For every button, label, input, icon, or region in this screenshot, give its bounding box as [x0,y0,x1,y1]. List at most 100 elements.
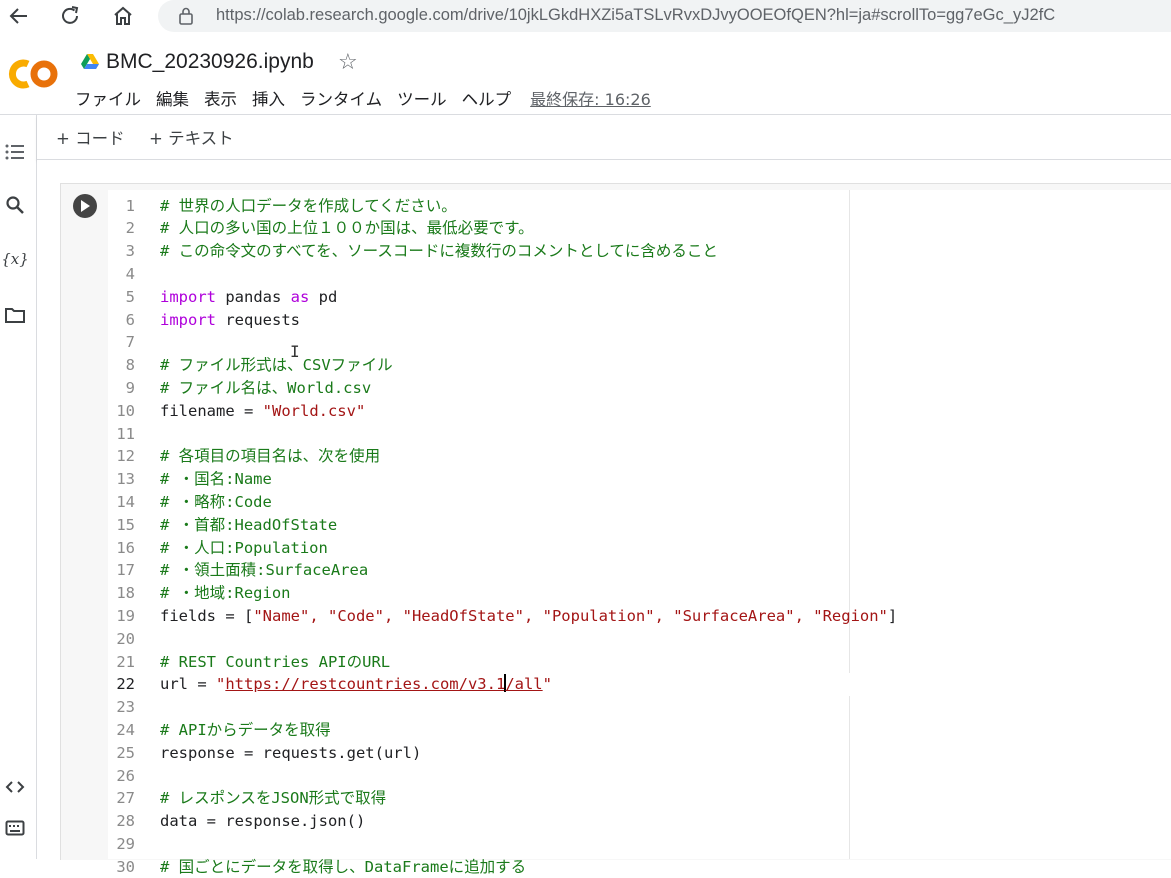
search-icon[interactable] [4,194,26,216]
menu-help[interactable]: ヘルプ [462,86,512,110]
comment: # この命令文のすべてを、ソースコードに複数行のコメントとしてに含めること [160,242,718,261]
code-line[interactable]: 10 filename = "World.csv" [108,400,1171,423]
code-line[interactable]: 7 [108,331,1171,354]
toc-icon[interactable] [4,141,26,163]
line-number: 12 [116,447,135,466]
code-line[interactable]: 3 # この命令文のすべてを、ソースコードに複数行のコメントとしてに含めること [108,240,1171,263]
line-code: # ・領土面積:SurfaceArea [160,559,368,582]
code-line[interactable]: 17 # ・領土面積:SurfaceArea [108,559,1171,582]
line-number: 24 [116,720,135,739]
menu-file[interactable]: ファイル [75,86,141,110]
code-line[interactable]: 28 data = response.json() [108,810,1171,833]
line-code: fields = ["Name", "Code", "HeadOfState",… [160,605,897,628]
reload-icon[interactable] [56,2,84,30]
line-code: # ・国名:Name [160,468,272,491]
keyword: import [160,310,216,329]
colab-logo[interactable] [6,58,58,90]
line-number: 20 [116,629,135,648]
code-line[interactable]: 9 # ファイル名は、World.csv [108,377,1171,400]
notebook-toolbar: + コード + テキスト [37,115,1171,160]
code-line[interactable]: 4 [108,263,1171,286]
code-line[interactable]: 18 # ・地域:Region [108,582,1171,605]
address-bar[interactable]: https://colab.research.google.com/drive/… [158,0,1171,32]
code-snippets-icon[interactable] [4,776,26,798]
code-line[interactable]: 26 [108,765,1171,788]
line-code: # ・人口:Population [160,537,328,560]
line-code: # レスポンスをJSON形式で取得 [160,787,386,810]
string: "Name", "Code", "HeadOfState", "Populati… [253,606,888,625]
line-number: 23 [116,698,135,717]
comment: # ・人口:Population [160,538,328,557]
url-link: https://restcountries.com/v3.1 [225,675,506,694]
line-number: 15 [116,515,135,534]
comment: # ・領土面積:SurfaceArea [160,561,369,580]
code-line[interactable]: 2 # 人口の多い国の上位１００か国は、最低必要です。 [108,217,1171,240]
code-line[interactable]: 16 # ・人口:Population [108,537,1171,560]
line-code: # 人口の多い国の上位１００か国は、最低必要です。 [160,217,534,240]
star-icon[interactable]: ☆ [338,50,358,75]
code-line[interactable]: 8 # ファイル形式は、CSVファイル [108,354,1171,377]
code-line[interactable]: 20 [108,628,1171,651]
code-token: filename = [160,401,263,420]
string: " [542,675,552,694]
line-number: 11 [116,424,135,443]
code-line[interactable]: 24 # APIからデータを取得 [108,719,1171,742]
line-code: # 世界の人口データを作成してください。 [160,195,457,218]
string: "World.csv" [262,401,366,420]
add-text-button[interactable]: + テキスト [149,125,234,149]
line-number: 18 [116,584,135,603]
code-line[interactable]: 25 response = requests.get(url) [108,742,1171,765]
menu-edit[interactable]: 編集 [156,86,189,110]
variables-icon[interactable]: {x} [1,248,29,270]
url-link: /all [505,675,543,694]
line-code: # ファイル形式は、CSVファイル [160,354,393,377]
code-line[interactable]: 12 # 各項目の項目名は、次を使用 [108,445,1171,468]
menu-runtime[interactable]: ランタイム [300,86,382,110]
code-line[interactable]: 14 # ・略称:Code [108,491,1171,514]
code-line[interactable]: 1 # 世界の人口データを作成してください。 [108,195,1171,218]
line-number: 29 [116,834,135,853]
code-token: pandas [216,287,291,306]
code-line[interactable]: 5 import pandas as pd [108,286,1171,309]
code-line[interactable]: 19 fields = ["Name", "Code", "HeadOfState… [108,605,1171,628]
menu-tools[interactable]: ツール [397,86,447,110]
site-info-icon[interactable] [176,6,196,30]
menu-view[interactable]: 表示 [204,86,237,110]
line-number: 17 [116,561,135,580]
line-code: # 国ごとにデータを取得し、DataFrameに追加する [160,856,526,878]
comment: # 人口の多い国の上位１００か国は、最低必要です。 [160,219,534,238]
back-icon[interactable] [5,2,33,30]
code-line[interactable]: 15 # ・首都:HeadOfState [108,514,1171,537]
run-cell-button[interactable] [73,194,97,218]
comment: # ・国名:Name [160,470,272,489]
code-line[interactable]: 30 # 国ごとにデータを取得し、DataFrameに追加する [108,856,1171,878]
comment: # ファイル形式は、CSVファイル [160,356,393,375]
code-token: fields = [ [160,606,254,625]
code-line[interactable]: 29 [108,833,1171,856]
line-number: 6 [125,310,135,329]
code-token: response = requests.get(url) [160,743,422,762]
last-saved-link[interactable]: 最終保存: 16:26 [530,86,651,110]
line-number: 28 [116,812,135,831]
folder-icon[interactable] [4,304,26,326]
code-line[interactable]: 11 [108,423,1171,446]
code-line[interactable]: 6 import requests [108,309,1171,332]
terminal-icon[interactable] [4,817,26,839]
line-code: import requests [160,309,300,332]
comment: # ・略称:Code [160,492,272,511]
line-code: filename = "World.csv" [160,400,365,423]
code-line[interactable]: 27 # レスポンスをJSON形式で取得 [108,787,1171,810]
code-line[interactable]: 21 # REST Countries APIのURL [108,651,1171,674]
code-line[interactable]: 22 url = "https://restcountries.com/v3.1/… [108,673,1171,697]
comment: # ・地域:Region [160,584,291,603]
line-number: 13 [116,470,135,489]
code-line[interactable]: 13 # ・国名:Name [108,468,1171,491]
code-line[interactable]: 23 [108,696,1171,719]
notebook-title[interactable]: BMC_20230926.ipynb [106,50,314,74]
comment: # 世界の人口データを作成してください。 [160,196,457,215]
line-code: # ・地域:Region [160,582,291,605]
add-code-button[interactable]: + コード [56,125,125,149]
menu-insert[interactable]: 挿入 [252,86,285,110]
home-icon[interactable] [109,2,137,30]
line-number: 7 [125,333,135,352]
